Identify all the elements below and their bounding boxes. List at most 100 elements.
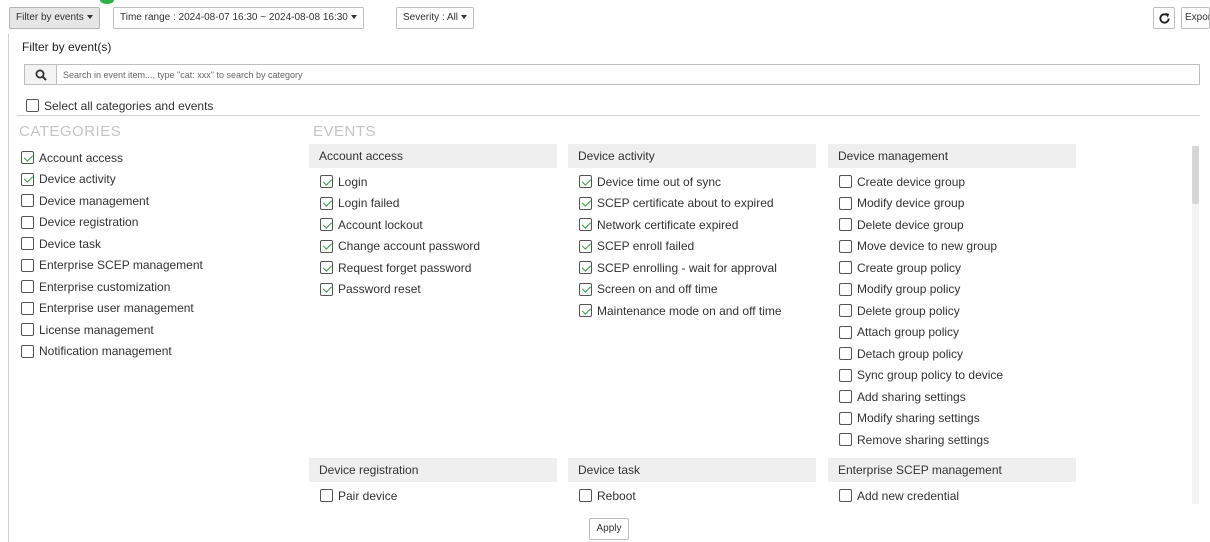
event-checkbox[interactable]: Delete device group bbox=[839, 214, 1076, 236]
event-checkbox[interactable]: SCEP certificate about to expired bbox=[579, 193, 816, 215]
search-button[interactable] bbox=[25, 65, 57, 84]
checkbox-icon bbox=[839, 261, 852, 275]
event-group-list: Reboot bbox=[568, 482, 816, 504]
event-checkbox[interactable]: Remove sharing settings bbox=[839, 429, 1076, 451]
checkbox-checked-icon bbox=[320, 218, 333, 232]
category-checkbox-label: Device activity bbox=[39, 172, 116, 187]
event-group-header: Account access bbox=[309, 144, 557, 168]
category-checkbox-label: Enterprise SCEP management bbox=[39, 258, 203, 273]
category-checkbox-label: Enterprise user management bbox=[39, 301, 194, 316]
checkbox-checked-icon bbox=[320, 196, 333, 210]
event-checkbox[interactable]: Modify sharing settings bbox=[839, 408, 1076, 430]
select-all-checkbox[interactable]: Select all categories and events bbox=[26, 95, 213, 117]
event-checkbox[interactable]: Maintenance mode on and off time bbox=[579, 300, 816, 322]
event-group-header: Device task bbox=[568, 458, 816, 482]
event-checkbox[interactable]: Sync group policy to device bbox=[839, 365, 1076, 387]
events-grid: Account access Login Login failed Account l… bbox=[309, 144, 1199, 504]
event-checkbox[interactable]: Create group policy bbox=[839, 257, 1076, 279]
event-group-header: Device registration bbox=[309, 458, 557, 482]
severity-button[interactable]: Severity : All bbox=[396, 7, 475, 29]
event-checkbox-label: Delete group policy bbox=[857, 303, 960, 318]
event-checkbox[interactable]: Detach group policy bbox=[839, 343, 1076, 365]
search-icon bbox=[35, 69, 47, 81]
event-checkbox[interactable]: Change account password bbox=[320, 236, 557, 258]
category-checkbox[interactable]: Device activity bbox=[21, 169, 301, 191]
checkbox-icon bbox=[839, 175, 852, 189]
checkbox-icon bbox=[839, 433, 852, 447]
event-checkbox[interactable]: Network certificate expired bbox=[579, 214, 816, 236]
event-checkbox[interactable]: Attach group policy bbox=[839, 322, 1076, 344]
event-checkbox[interactable]: Move device to new group bbox=[839, 236, 1076, 258]
scrollbar[interactable] bbox=[1192, 146, 1199, 504]
checkbox-icon bbox=[21, 215, 34, 229]
event-checkbox[interactable]: Add new credential bbox=[839, 485, 1076, 504]
checkbox-checked-icon bbox=[579, 175, 592, 189]
filter-by-events-button[interactable]: Filter by events bbox=[9, 7, 100, 29]
event-checkbox[interactable]: SCEP enroll failed bbox=[579, 236, 816, 258]
event-checkbox-label: Create group policy bbox=[857, 260, 962, 275]
scrollbar-thumb[interactable] bbox=[1192, 146, 1199, 204]
toolbar: Filter by events Time range : 2024-08-07… bbox=[0, 0, 1210, 36]
event-checkbox[interactable]: Modify device group bbox=[839, 193, 1076, 215]
event-group-list: Login Login failed Account lockout Change a… bbox=[309, 168, 557, 300]
event-checkbox[interactable]: Password reset bbox=[320, 279, 557, 301]
event-checkbox[interactable]: Add sharing settings bbox=[839, 386, 1076, 408]
event-checkbox[interactable]: Delete group policy bbox=[839, 300, 1076, 322]
categories-heading: CATEGORIES bbox=[19, 123, 122, 140]
category-checkbox-label: Device registration bbox=[39, 215, 139, 230]
checkbox-icon bbox=[839, 390, 852, 404]
category-checkbox[interactable]: Account access bbox=[21, 147, 301, 169]
category-checkbox[interactable]: Enterprise user management bbox=[21, 298, 301, 320]
event-checkbox[interactable]: Screen on and off time bbox=[579, 279, 816, 301]
event-checkbox[interactable]: Create device group bbox=[839, 171, 1076, 193]
event-checkbox[interactable]: Login bbox=[320, 171, 557, 193]
category-checkbox[interactable]: Device task bbox=[21, 233, 301, 255]
event-checkbox[interactable]: Device time out of sync bbox=[579, 171, 816, 193]
event-checkbox-label: Remove sharing settings bbox=[857, 432, 990, 447]
event-checkbox-label: Move device to new group bbox=[857, 239, 998, 254]
event-checkbox-label: Detach group policy bbox=[857, 346, 964, 361]
category-checkbox-label: Device management bbox=[39, 193, 150, 208]
checkbox-icon bbox=[839, 218, 852, 232]
event-checkbox-label: SCEP certificate about to expired bbox=[597, 196, 774, 211]
checkbox-icon bbox=[839, 304, 852, 318]
event-group: Device management Create device group Modi… bbox=[828, 144, 1076, 451]
event-checkbox[interactable]: Pair device bbox=[320, 485, 557, 504]
checkbox-checked-icon bbox=[320, 261, 333, 275]
event-checkbox-label: Account lockout bbox=[338, 217, 423, 232]
event-checkbox[interactable]: Modify group policy bbox=[839, 279, 1076, 301]
time-range-button[interactable]: Time range : 2024-08-07 16:30 ~ 2024-08-… bbox=[113, 7, 364, 29]
category-checkbox[interactable]: Device registration bbox=[21, 212, 301, 234]
checkbox-checked-icon bbox=[579, 304, 592, 318]
category-checkbox[interactable]: Notification management bbox=[21, 341, 301, 363]
event-checkbox-label: Reboot bbox=[597, 488, 636, 503]
checkbox-icon bbox=[839, 347, 852, 361]
checkbox-icon bbox=[839, 489, 852, 503]
category-checkbox[interactable]: Device management bbox=[21, 190, 301, 212]
event-checkbox-label: Modify device group bbox=[857, 196, 965, 211]
category-checkbox-label: Device task bbox=[39, 236, 102, 251]
filter-by-events-label: Filter by events bbox=[16, 12, 84, 23]
search-input[interactable] bbox=[63, 66, 1193, 83]
checkbox-icon bbox=[839, 282, 852, 296]
checkbox-checked-icon bbox=[21, 172, 34, 186]
category-checkbox[interactable]: Enterprise customization bbox=[21, 276, 301, 298]
event-checkbox[interactable]: Account lockout bbox=[320, 214, 557, 236]
apply-button[interactable]: Apply bbox=[589, 518, 629, 540]
refresh-button[interactable] bbox=[1153, 7, 1175, 29]
event-group: Enterprise SCEP management Add new creden… bbox=[828, 458, 1076, 504]
export-button[interactable]: Export bbox=[1181, 7, 1210, 29]
event-checkbox[interactable]: Request forget password bbox=[320, 257, 557, 279]
event-checkbox[interactable]: Reboot bbox=[579, 485, 816, 504]
event-group-header: Device activity bbox=[568, 144, 816, 168]
event-checkbox-label: Change account password bbox=[338, 239, 481, 254]
checkbox-icon bbox=[21, 323, 34, 337]
severity-label: Severity : All bbox=[403, 12, 459, 23]
category-checkbox[interactable]: Enterprise SCEP management bbox=[21, 255, 301, 277]
event-checkbox[interactable]: SCEP enrolling - wait for approval bbox=[579, 257, 816, 279]
checkbox-icon bbox=[320, 489, 333, 503]
checkbox-icon bbox=[579, 489, 592, 503]
category-checkbox[interactable]: License management bbox=[21, 319, 301, 341]
event-group-list: Create device group Modify device group De… bbox=[828, 168, 1076, 451]
event-checkbox[interactable]: Login failed bbox=[320, 193, 557, 215]
